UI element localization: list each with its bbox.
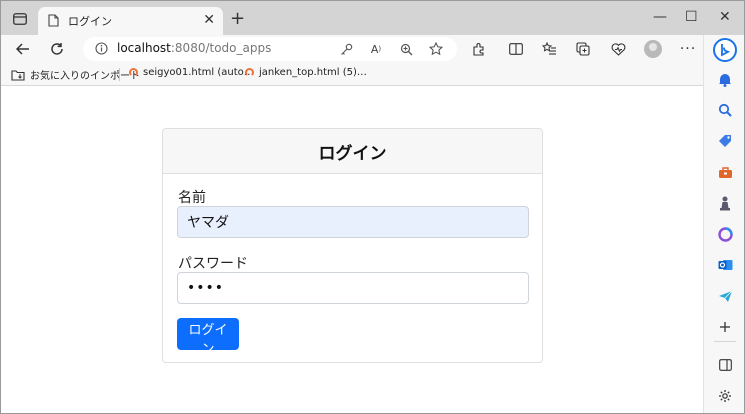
password-label: パスワード xyxy=(178,256,248,272)
browser-toolbar: localhost:8080/todo_apps A) ··· xyxy=(1,35,703,63)
info-icon[interactable] xyxy=(95,42,108,58)
bookmark-import[interactable]: お気に入りのインポート xyxy=(11,67,140,82)
key-icon[interactable] xyxy=(339,42,353,56)
folder-import-icon xyxy=(11,69,25,81)
bell-icon[interactable] xyxy=(717,71,733,87)
tab-actions-icon[interactable] xyxy=(9,10,31,28)
split-screen-icon[interactable] xyxy=(717,357,733,373)
read-aloud-icon[interactable]: A) xyxy=(369,42,383,56)
login-card-header: ログイン xyxy=(163,129,542,174)
bookmark-label: seigyo01.html (auto… xyxy=(143,67,254,78)
favorites-icon[interactable] xyxy=(541,41,557,57)
bookmark-seigyo01[interactable]: seigyo01.html (auto… xyxy=(129,67,254,78)
close-window-button[interactable]: ✕ xyxy=(719,9,731,25)
new-tab-button[interactable]: + xyxy=(230,10,245,28)
name-input[interactable] xyxy=(177,206,529,238)
page-content: ログイン 名前 パスワード ログイン xyxy=(1,86,703,413)
refresh-button[interactable] xyxy=(47,39,67,59)
tag-icon[interactable] xyxy=(717,133,733,149)
toolbox-icon[interactable] xyxy=(717,164,733,180)
browser-essentials-icon[interactable] xyxy=(610,41,626,57)
login-title: ログイン xyxy=(318,143,387,164)
add-icon[interactable] xyxy=(717,319,733,335)
login-button[interactable]: ログイン xyxy=(177,318,239,357)
address-bar[interactable]: localhost:8080/todo_apps A) xyxy=(83,37,457,61)
back-button[interactable] xyxy=(13,39,33,59)
bookmark-label: お気に入りのインポート xyxy=(30,71,140,82)
bing-icon[interactable] xyxy=(713,38,737,62)
edge-sidebar xyxy=(703,35,744,413)
bookmarks-bar: お気に入りのインポート seigyo01.html (auto… janken_… xyxy=(1,63,703,86)
page-icon xyxy=(48,14,59,30)
favorite-star-icon[interactable] xyxy=(429,42,443,56)
maximize-button[interactable]: ☐ xyxy=(685,9,698,25)
password-input[interactable] xyxy=(177,272,529,304)
chess-icon[interactable] xyxy=(717,195,733,211)
settings-icon[interactable] xyxy=(717,388,733,404)
loading-ring-icon xyxy=(129,68,138,77)
bookmark-janken-top[interactable]: janken_top.html (5)… xyxy=(245,67,367,78)
loading-ring-icon xyxy=(245,68,254,77)
collections-icon[interactable] xyxy=(575,41,591,57)
office-icon[interactable] xyxy=(717,226,733,242)
minimize-button[interactable]: — xyxy=(653,9,667,25)
login-card: ログイン 名前 パスワード ログイン xyxy=(162,128,543,363)
tab-strip: ログイン ✕ + — ☐ ✕ xyxy=(1,1,744,35)
sidebar-divider xyxy=(714,341,736,342)
tab-title: ログイン xyxy=(68,15,112,28)
bookmarks-divider xyxy=(119,68,120,81)
split-screen-icon[interactable] xyxy=(508,41,524,57)
url-text: localhost:8080/todo_apps xyxy=(117,41,271,55)
url-host: localhost xyxy=(117,41,171,55)
outlook-icon[interactable] xyxy=(717,257,733,273)
search-icon[interactable] xyxy=(717,102,733,118)
extensions-icon[interactable] xyxy=(471,41,487,57)
name-label: 名前 xyxy=(178,190,206,206)
tab-active[interactable]: ログイン ✕ xyxy=(38,7,223,35)
browser-window: ログイン ✕ + — ☐ ✕ localhost:8080/todo_apps … xyxy=(0,0,745,414)
close-tab-icon[interactable]: ✕ xyxy=(203,12,215,28)
more-options-icon[interactable]: ··· xyxy=(680,41,696,57)
send-icon[interactable] xyxy=(717,288,733,304)
bookmark-label: janken_top.html (5)… xyxy=(259,67,367,78)
zoom-icon[interactable] xyxy=(399,42,413,56)
url-path: :8080/todo_apps xyxy=(170,41,272,55)
profile-avatar[interactable] xyxy=(644,40,662,58)
